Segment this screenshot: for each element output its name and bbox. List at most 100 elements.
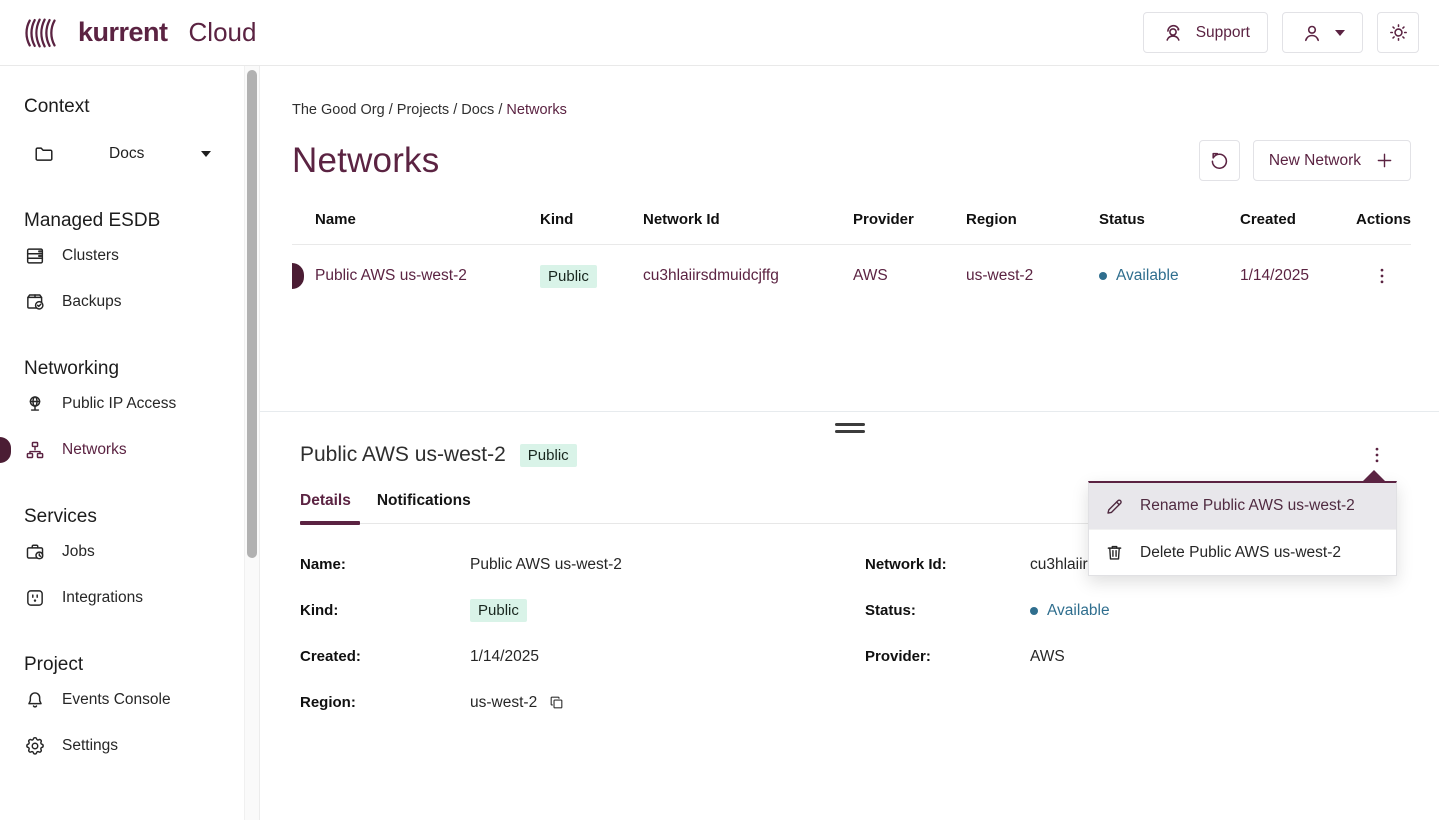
table-header-row: Name Kind Network Id Provider Region Sta… bbox=[292, 211, 1411, 245]
clusters-icon bbox=[24, 245, 46, 267]
breadcrumb-project[interactable]: Docs bbox=[461, 102, 494, 118]
page-title: Networks bbox=[292, 141, 439, 181]
cell-provider: AWS bbox=[853, 267, 966, 285]
new-network-button[interactable]: New Network bbox=[1253, 140, 1411, 181]
sidebar-item-backups[interactable]: Backups bbox=[24, 280, 259, 324]
kurrent-waves-icon bbox=[24, 13, 66, 53]
main-content: The Good Org / Projects / Docs / Network… bbox=[260, 66, 1439, 820]
status-dot-icon bbox=[1099, 272, 1107, 280]
field-kind-badge: Public bbox=[470, 599, 527, 622]
sidebar-scrollbar-thumb[interactable] bbox=[247, 70, 257, 558]
refresh-button[interactable] bbox=[1199, 140, 1240, 181]
breadcrumb-projects[interactable]: Projects bbox=[397, 102, 449, 118]
status-label: Available bbox=[1116, 267, 1179, 285]
sidebar-item-label: Events Console bbox=[62, 691, 171, 709]
sidebar-section-managed-esdb: Managed ESDB bbox=[24, 210, 259, 232]
sun-icon bbox=[1387, 21, 1410, 44]
bell-icon bbox=[24, 689, 46, 711]
row-actions-menu: Rename Public AWS us-west-2 Delete Publi… bbox=[1088, 481, 1397, 576]
status-dot-icon bbox=[1030, 607, 1038, 615]
selected-row-indicator bbox=[292, 263, 304, 289]
support-button[interactable]: Support bbox=[1143, 12, 1268, 53]
brand-name: kurrent bbox=[78, 17, 168, 48]
sidebar-item-clusters[interactable]: Clusters bbox=[24, 234, 259, 278]
chevron-down-icon bbox=[201, 151, 211, 157]
sidebar-item-label: Networks bbox=[62, 441, 127, 459]
pencil-icon bbox=[1104, 496, 1125, 517]
table-row[interactable]: Public AWS us-west-2 Public cu3hlaiirsdm… bbox=[292, 245, 1411, 307]
col-header-region: Region bbox=[966, 211, 1099, 228]
field-label-provider: Provider: bbox=[865, 648, 1030, 665]
col-header-kind: Kind bbox=[540, 211, 643, 228]
breadcrumb-separator: / bbox=[494, 102, 506, 118]
sidebar-item-label: Integrations bbox=[62, 589, 143, 607]
networks-table: Name Kind Network Id Provider Region Sta… bbox=[292, 211, 1411, 307]
field-value-created: 1/14/2025 bbox=[470, 648, 539, 666]
kebab-icon bbox=[1371, 265, 1393, 287]
copy-region-button[interactable] bbox=[548, 694, 565, 711]
context-project-select[interactable]: Docs bbox=[24, 132, 259, 176]
field-label-region: Region: bbox=[300, 694, 470, 711]
col-header-status: Status bbox=[1099, 211, 1240, 228]
sidebar-item-events-console[interactable]: Events Console bbox=[24, 678, 259, 722]
sidebar-item-networks[interactable]: Networks bbox=[24, 428, 259, 472]
breadcrumb-separator: / bbox=[385, 102, 397, 118]
status-badge: Available bbox=[1099, 267, 1179, 285]
sidebar-item-label: Public IP Access bbox=[62, 395, 176, 413]
sidebar-item-label: Backups bbox=[62, 293, 121, 311]
jobs-briefcase-icon bbox=[24, 541, 46, 563]
menu-item-label: Delete Public AWS us-west-2 bbox=[1140, 544, 1341, 562]
cell-network-id: cu3hlaiirsdmuidcjffg bbox=[643, 267, 853, 285]
refresh-icon bbox=[1208, 149, 1231, 172]
sidebar-item-settings[interactable]: Settings bbox=[24, 724, 259, 768]
menu-item-delete[interactable]: Delete Public AWS us-west-2 bbox=[1089, 529, 1396, 575]
copy-icon bbox=[548, 694, 565, 711]
sidebar-section-context: Context bbox=[24, 96, 259, 118]
detail-status-badge: Available bbox=[1030, 602, 1110, 620]
plus-icon bbox=[1374, 150, 1395, 171]
col-header-actions: Actions bbox=[1352, 211, 1411, 228]
cell-created: 1/14/2025 bbox=[1240, 267, 1352, 285]
sidebar-item-integrations[interactable]: Integrations bbox=[24, 576, 259, 620]
sidebar-item-label: Jobs bbox=[62, 543, 95, 561]
field-label-status: Status: bbox=[865, 602, 1030, 619]
field-label-created: Created: bbox=[300, 648, 470, 665]
support-headset-icon bbox=[1161, 21, 1185, 45]
chevron-down-icon bbox=[1335, 30, 1345, 36]
network-detail-panel: Public AWS us-west-2 Public Details Noti… bbox=[260, 411, 1439, 820]
tab-details[interactable]: Details bbox=[300, 492, 351, 523]
field-value-provider: AWS bbox=[1030, 648, 1065, 666]
row-actions-kebab-button[interactable] bbox=[1368, 262, 1396, 290]
networks-icon bbox=[24, 439, 46, 461]
sidebar-item-label: Clusters bbox=[62, 247, 119, 265]
breadcrumb-separator: / bbox=[449, 102, 461, 118]
kurrent-cloud-logo[interactable]: kurrent Cloud bbox=[24, 13, 256, 53]
col-header-created: Created bbox=[1240, 211, 1352, 228]
menu-item-label: Rename Public AWS us-west-2 bbox=[1140, 497, 1355, 515]
kebab-icon bbox=[1366, 444, 1388, 466]
field-label-kind: Kind: bbox=[300, 602, 470, 619]
field-value-region: us-west-2 bbox=[470, 694, 537, 712]
field-label-network-id: Network Id: bbox=[865, 556, 1030, 573]
kind-badge: Public bbox=[540, 265, 597, 288]
theme-toggle-button[interactable] bbox=[1377, 12, 1419, 53]
sidebar-item-public-ip-access[interactable]: Public IP Access bbox=[24, 382, 259, 426]
detail-status-label: Available bbox=[1047, 602, 1110, 620]
col-header-name: Name bbox=[292, 211, 540, 228]
new-network-label: New Network bbox=[1269, 152, 1361, 170]
panel-resize-handle[interactable] bbox=[833, 421, 867, 435]
field-label-name: Name: bbox=[300, 556, 470, 573]
breadcrumb-current: Networks bbox=[506, 102, 566, 118]
detail-title: Public AWS us-west-2 bbox=[300, 443, 506, 467]
user-menu-button[interactable] bbox=[1282, 12, 1363, 53]
field-value-name: Public AWS us-west-2 bbox=[470, 556, 622, 574]
sidebar-item-jobs[interactable]: Jobs bbox=[24, 530, 259, 574]
globe-network-icon bbox=[24, 393, 46, 415]
detail-actions-kebab-button[interactable] bbox=[1363, 441, 1391, 469]
menu-item-rename[interactable]: Rename Public AWS us-west-2 bbox=[1089, 483, 1396, 529]
cell-name: Public AWS us-west-2 bbox=[315, 267, 467, 284]
context-project-value: Docs bbox=[109, 145, 144, 163]
tab-notifications[interactable]: Notifications bbox=[377, 492, 471, 523]
backups-icon bbox=[24, 291, 46, 313]
breadcrumb-org[interactable]: The Good Org bbox=[292, 102, 385, 118]
